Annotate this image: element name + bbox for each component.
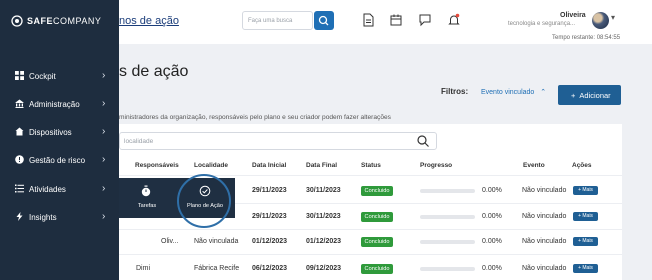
status-badge: Concluido: [361, 212, 393, 222]
user-name: Oliveira: [560, 12, 586, 19]
status-badge: Concluido: [361, 186, 393, 196]
progress-bar: [420, 267, 475, 271]
column-header-data-final[interactable]: Data Final: [306, 162, 337, 169]
logo-icon: [11, 15, 23, 27]
divider: [119, 254, 622, 255]
chevron-right-icon: ›: [102, 211, 106, 222]
cell-start-date: 06/12/2023: [252, 265, 288, 272]
list-icon: [15, 184, 24, 193]
chevron-right-icon: ›: [102, 183, 106, 194]
sidebar-item-label: Cockpit: [29, 72, 56, 81]
cell-event: Não vinculado: [522, 265, 567, 272]
add-button[interactable]: + Adicionar: [558, 85, 621, 105]
submenu-item-label: Tarefas: [137, 203, 157, 209]
progress-percent: 0.00%: [482, 265, 502, 272]
progress-percent: 0.00%: [482, 213, 502, 220]
sidebar-item-label: Dispositivos: [29, 128, 72, 137]
bell-icon[interactable]: [447, 13, 461, 27]
add-button-label: Adicionar: [579, 91, 611, 100]
sidebar-item-dispositivos[interactable]: Dispositivos ›: [0, 123, 119, 141]
filter-dropdown[interactable]: Evento vinculado ⌃: [475, 84, 553, 100]
progress-percent: 0.00%: [482, 187, 502, 194]
cell-end-date: 30/11/2023: [306, 187, 341, 194]
search-icon[interactable]: [416, 134, 430, 148]
calendar-icon[interactable]: [389, 13, 403, 27]
sidebar-item-cockpit[interactable]: Cockpit ›: [0, 67, 119, 85]
filter-value: Evento vinculado: [481, 89, 535, 96]
sidebar-item-insights[interactable]: Insights ›: [0, 208, 119, 226]
more-button[interactable]: + Mais: [573, 264, 598, 273]
cell-responsible: Dimi: [136, 265, 150, 272]
progress-bar: [420, 240, 475, 244]
plus-icon: +: [571, 91, 576, 100]
focus-highlight-ring: [177, 174, 231, 228]
filters-label: Filtros:: [441, 87, 469, 96]
progress-percent: 0.00%: [482, 238, 502, 245]
search-input[interactable]: Faça uma busca: [242, 11, 313, 30]
cell-event: Não vinculado: [522, 187, 567, 194]
chevron-down-icon[interactable]: ▾: [611, 13, 615, 22]
column-header-progresso[interactable]: Progresso: [420, 162, 452, 169]
chat-icon[interactable]: [418, 13, 432, 27]
cell-end-date: 30/11/2023: [306, 213, 341, 220]
sidebar-item-label: Administração: [29, 100, 80, 109]
cell-responsible: Oliv...: [161, 238, 179, 245]
more-button[interactable]: + Mais: [573, 237, 598, 246]
chevron-right-icon: ›: [102, 126, 106, 137]
sidebar-item-administracao[interactable]: Administração ›: [0, 95, 119, 113]
sidebar-item-gestao-de-risco[interactable]: Gestão de risco ›: [0, 151, 119, 169]
sidebar: SAFECOMPANY Cockpit › Administração › Di…: [0, 0, 119, 280]
divider: [119, 229, 622, 230]
column-header-data-inicial[interactable]: Data Inicial: [252, 162, 286, 169]
cell-location: Fábrica Recife: [194, 265, 240, 272]
session-time-remaining: Tempo restante: 08:54:55: [552, 35, 621, 41]
sidebar-item-label: Insights: [29, 213, 57, 222]
breadcrumb[interactable]: nos de ação: [119, 15, 179, 27]
column-header-evento[interactable]: Evento: [523, 162, 545, 169]
table-search-input[interactable]: localidade: [119, 132, 437, 150]
permissions-note: ministradores da organização, responsáve…: [119, 114, 391, 121]
submenu-item-tarefas[interactable]: Tarefas: [119, 178, 175, 218]
column-header-responsaveis[interactable]: Responsáveis: [135, 162, 179, 169]
alert-icon: [15, 155, 24, 164]
progress-bar: [420, 189, 475, 193]
sidebar-item-label: Atividades: [29, 185, 66, 194]
status-badge: Concluido: [361, 264, 393, 274]
logo-text-safe: SAFE: [27, 16, 54, 26]
search-button[interactable]: [314, 11, 334, 30]
status-badge: Concluido: [361, 237, 393, 247]
chevron-right-icon: ›: [102, 70, 106, 81]
logo-text: SAFECOMPANY: [27, 16, 101, 26]
chevron-right-icon: ›: [102, 154, 106, 165]
page-title: s de ação: [119, 63, 189, 80]
timer-icon: [141, 185, 151, 197]
logo-text-company: COMPANY: [53, 16, 102, 26]
column-header-acoes: Ações: [572, 162, 592, 169]
cell-start-date: 29/11/2023: [252, 213, 287, 220]
cell-start-date: 01/12/2023: [252, 238, 288, 245]
chevron-right-icon: ›: [102, 98, 106, 109]
cell-end-date: 09/12/2023: [306, 265, 342, 272]
search-icon: [318, 15, 329, 26]
cell-start-date: 29/11/2023: [252, 187, 287, 194]
avatar[interactable]: [592, 12, 609, 29]
more-button[interactable]: + Mais: [573, 212, 598, 221]
chevron-up-icon: ⌃: [540, 89, 547, 96]
cell-event: Não vinculado: [522, 213, 567, 220]
cell-location: Não vinculada: [194, 238, 239, 245]
house-icon: [15, 127, 24, 136]
user-organization: tecnologia e segurança...: [508, 21, 576, 27]
sidebar-item-atividades[interactable]: Atividades ›: [0, 180, 119, 198]
cell-end-date: 01/12/2023: [306, 238, 342, 245]
grid-icon: [15, 71, 24, 80]
document-icon[interactable]: [361, 13, 375, 27]
progress-bar: [420, 215, 475, 219]
column-header-status[interactable]: Status: [361, 162, 381, 169]
sidebar-item-label: Gestão de risco: [29, 156, 86, 165]
building-icon: [15, 99, 24, 108]
more-button[interactable]: + Mais: [573, 186, 598, 195]
bolt-icon: [16, 212, 23, 221]
column-header-localidade[interactable]: Localidade: [194, 162, 228, 169]
cell-event: Não vinculado: [522, 238, 567, 245]
